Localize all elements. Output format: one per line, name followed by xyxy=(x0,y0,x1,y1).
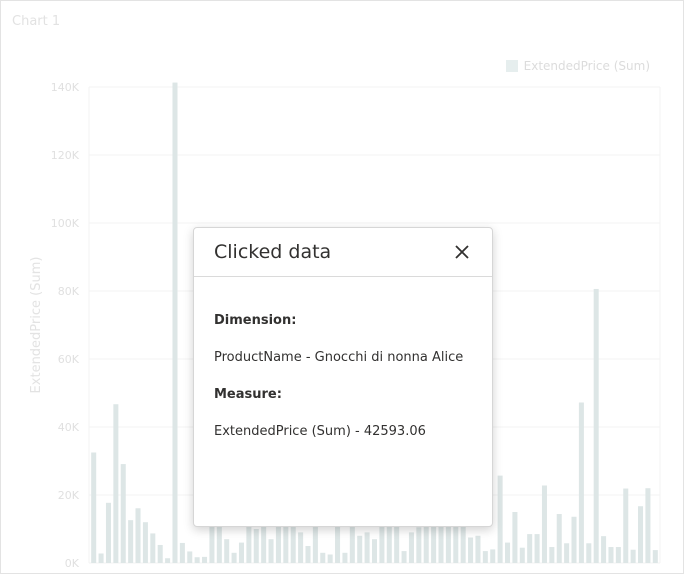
dialog-header: Clicked data xyxy=(194,228,492,277)
dimension-label: Dimension: xyxy=(214,313,297,328)
close-button[interactable] xyxy=(452,242,472,262)
dialog-body: Dimension: ProductName - Gnocchi di nonn… xyxy=(194,277,492,439)
clicked-data-dialog: Clicked data Dimension: ProductName - Gn… xyxy=(193,227,493,527)
close-icon xyxy=(455,245,469,259)
dialog-title: Clicked data xyxy=(214,241,332,263)
measure-label: Measure: xyxy=(214,387,282,402)
measure-value: ExtendedPrice (Sum) - 42593.06 xyxy=(214,424,426,439)
dimension-value: ProductName - Gnocchi di nonna Alice xyxy=(214,350,464,365)
